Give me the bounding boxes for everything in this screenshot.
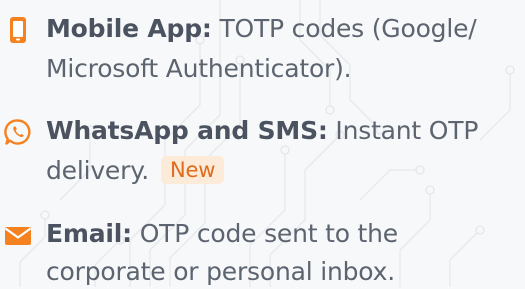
feature-line-1: Email: OTP code sent to the bbox=[46, 217, 398, 251]
feature-title: Mobile App: bbox=[46, 14, 212, 43]
feature-title: Email: bbox=[46, 219, 132, 248]
whatsapp-icon bbox=[4, 118, 32, 146]
feature-text: TOTP codes (Google/ bbox=[219, 14, 477, 43]
envelope-icon bbox=[4, 222, 32, 250]
feature-text: OTP code sent to the bbox=[139, 219, 398, 248]
feature-title: WhatsApp and SMS: bbox=[46, 116, 328, 145]
new-badge: New bbox=[160, 156, 225, 184]
feature-line-2: Microsoft Authenticator). bbox=[46, 52, 352, 86]
feature-text: delivery. bbox=[46, 156, 149, 185]
feature-text: Microsoft Authenticator). bbox=[46, 54, 352, 83]
feature-text: corporate or personal inbox. bbox=[46, 257, 395, 286]
feature-text: Instant OTP bbox=[335, 116, 479, 145]
feature-line-1: WhatsApp and SMS: Instant OTP bbox=[46, 114, 478, 148]
feature-line-2: delivery. New bbox=[46, 154, 225, 188]
feature-line-1: Mobile App: TOTP codes (Google/ bbox=[46, 12, 477, 46]
feature-line-2: corporate or personal inbox. bbox=[46, 255, 395, 289]
mobile-phone-icon bbox=[4, 16, 32, 44]
